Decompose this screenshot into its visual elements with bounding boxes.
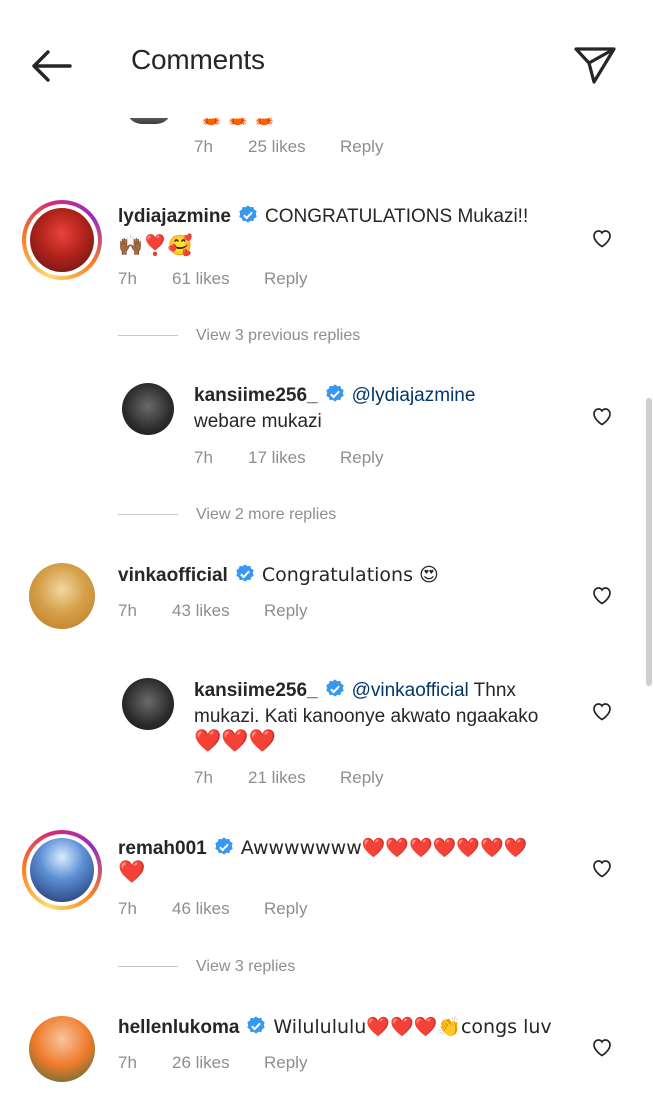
comment-body: Awwwwwww❤️❤️❤️❤️❤️❤️❤️ xyxy=(240,837,528,859)
avatar[interactable] xyxy=(122,678,174,730)
reply-body-line2: mukazi. Kati kanoonye akwato ngaakako xyxy=(194,706,539,727)
view-more-replies[interactable]: View 2 more replies xyxy=(118,506,336,524)
comment-body: CONGRATULATIONS Mukazi!! xyxy=(265,206,529,227)
heart-outline-icon[interactable] xyxy=(590,856,614,880)
verified-icon xyxy=(215,837,233,855)
reply-time: 7h xyxy=(194,448,213,467)
comment-body: Congratulations 😍 xyxy=(261,564,439,586)
comment-text: vinkaofficial Congratulations 😍 xyxy=(118,562,439,589)
comment-body-line2: ❤️ xyxy=(118,860,146,885)
comment-time: 7h xyxy=(118,269,137,288)
view-previous-replies[interactable]: View 3 previous replies xyxy=(118,327,360,345)
comment-meta: 7h 46 likes Reply xyxy=(118,899,307,919)
avatar[interactable] xyxy=(30,838,94,902)
send-icon[interactable] xyxy=(572,44,618,86)
reply-button[interactable]: Reply xyxy=(264,1053,307,1073)
reply-body-line2: webare mukazi xyxy=(194,411,322,432)
reply-text: kansiime256_ @lydiajazmine xyxy=(194,383,475,409)
story-ring[interactable] xyxy=(22,830,102,910)
verified-icon xyxy=(247,1016,266,1034)
reply-button[interactable]: Reply xyxy=(264,601,307,621)
back-arrow-icon[interactable] xyxy=(26,46,76,86)
view-replies-label[interactable]: View 3 replies xyxy=(196,958,295,975)
reply-mention[interactable]: @vinkaofficial xyxy=(352,680,469,701)
likes-count[interactable]: 17 likes xyxy=(248,448,340,468)
scrollbar[interactable] xyxy=(646,398,652,686)
comment-meta: 7h 25 likes Reply xyxy=(194,137,383,157)
header: Comments xyxy=(0,0,653,118)
reply-username[interactable]: kansiime256_ xyxy=(194,680,318,701)
reply-mention[interactable]: @lydiajazmine xyxy=(352,385,476,406)
view-replies-label[interactable]: View 3 previous replies xyxy=(196,327,360,344)
comment-body: Wilulululu❤️❤️❤️👏congs luv xyxy=(273,1016,552,1038)
verified-icon xyxy=(239,205,257,223)
heart-outline-icon[interactable] xyxy=(590,583,614,607)
reply-time: 7h xyxy=(194,768,213,787)
comment-text: remah001 Awwwwwww❤️❤️❤️❤️❤️❤️❤️ xyxy=(118,835,527,862)
view-replies[interactable]: View 3 replies xyxy=(118,958,295,976)
comment-meta: 7h 26 likes Reply xyxy=(118,1053,307,1073)
likes-count[interactable]: 21 likes xyxy=(248,768,340,788)
reply-body: Thnx xyxy=(468,680,516,701)
comment-time: 7h xyxy=(118,899,137,918)
heart-outline-icon[interactable] xyxy=(590,226,614,250)
comment-username[interactable]: lydiajazmine xyxy=(118,206,231,227)
likes-count[interactable]: 25 likes xyxy=(248,137,340,157)
avatar[interactable] xyxy=(29,1016,95,1082)
avatar[interactable] xyxy=(30,208,94,272)
story-ring[interactable] xyxy=(22,200,102,280)
avatar[interactable] xyxy=(122,383,174,435)
reply-button[interactable]: Reply xyxy=(340,768,383,788)
comment-time: 7h xyxy=(118,1053,137,1072)
likes-count[interactable]: 43 likes xyxy=(172,601,264,621)
comment-text: lydiajazmine CONGRATULATIONS Mukazi!! xyxy=(118,204,528,230)
view-more-label[interactable]: View 2 more replies xyxy=(196,506,336,523)
heart-outline-icon[interactable] xyxy=(590,1035,614,1059)
comment-username[interactable]: vinkaofficial xyxy=(118,565,228,586)
verified-icon xyxy=(325,384,344,402)
reply-username[interactable]: kansiime256_ xyxy=(194,385,318,406)
likes-count[interactable]: 61 likes xyxy=(172,269,264,289)
verified-icon xyxy=(236,564,254,582)
comment-meta: 7h 43 likes Reply xyxy=(118,601,307,621)
comment-username[interactable]: remah001 xyxy=(118,838,207,859)
comment-meta: 7h 61 likes Reply xyxy=(118,269,307,289)
reply-button[interactable]: Reply xyxy=(340,448,383,468)
reply-meta: 7h 21 likes Reply xyxy=(194,768,383,788)
likes-count[interactable]: 26 likes xyxy=(172,1053,264,1073)
heart-outline-icon[interactable] xyxy=(590,699,614,723)
reply-body-line3: ❤️❤️❤️ xyxy=(194,729,277,754)
heart-outline-icon[interactable] xyxy=(590,404,614,428)
comment-time: 7h xyxy=(118,601,137,620)
reply-button[interactable]: Reply xyxy=(340,137,383,157)
comment-text: hellenlukoma Wilulululu❤️❤️❤️👏congs luv xyxy=(118,1014,552,1041)
reply-button[interactable]: Reply xyxy=(264,899,307,919)
avatar[interactable] xyxy=(29,563,95,629)
comment-time: 7h xyxy=(194,137,213,156)
page-title: Comments xyxy=(131,44,265,75)
reply-button[interactable]: Reply xyxy=(264,269,307,289)
comment-body-emoji: 🙌🏾❣️🥰 xyxy=(118,233,193,257)
comment-username[interactable]: hellenlukoma xyxy=(118,1017,239,1038)
verified-icon xyxy=(325,679,344,697)
reply-text: kansiime256_ @vinkaofficial Thnx xyxy=(194,678,516,704)
likes-count[interactable]: 46 likes xyxy=(172,899,264,919)
reply-meta: 7h 17 likes Reply xyxy=(194,448,383,468)
